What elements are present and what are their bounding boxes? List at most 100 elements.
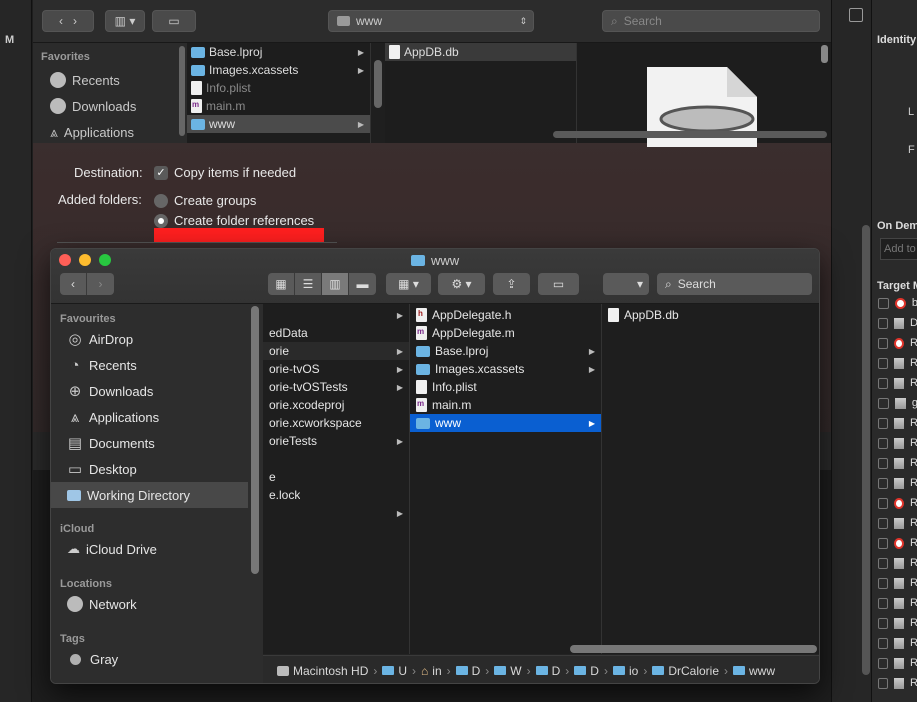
path-segment[interactable]: D [535,664,560,678]
sidebar-item-airdrop[interactable]: ◎ AirDrop [51,326,248,352]
file-row[interactable]: www ▶ [187,115,370,133]
file-row[interactable]: Images.xcassets ▶ [187,61,370,79]
forward-icon[interactable]: › [73,14,77,28]
file-row[interactable]: ▶ [263,306,409,324]
sidebar-scrollbar[interactable] [179,46,185,136]
column-scrollbar[interactable] [374,60,382,108]
inspector-toggle-icon[interactable] [849,8,863,22]
file-row[interactable]: edData [263,324,409,342]
view-options-button[interactable]: ▥ ▾ [105,10,145,32]
close-button[interactable] [59,254,71,266]
add-tag-field[interactable]: Add to [880,238,917,260]
target-row[interactable]: R [872,573,917,593]
tag-button[interactable]: ▭ [538,273,579,295]
sidebar-item-tag-gray[interactable]: Gray [51,646,118,672]
sidebar-item-downloads[interactable]: Downloads [50,94,136,118]
target-row[interactable]: R [872,533,917,553]
minimize-button[interactable] [79,254,91,266]
checkbox[interactable] [878,577,888,589]
file-row[interactable] [263,450,409,468]
target-row[interactable]: b [872,293,917,313]
action-button[interactable]: ⚙ ▾ [438,273,485,295]
file-row[interactable]: main.m [187,97,370,115]
checkbox[interactable] [878,397,889,409]
back-icon[interactable]: ‹ [59,14,63,28]
target-row[interactable]: R [872,413,917,433]
zoom-button[interactable] [99,254,111,266]
checkbox[interactable] [878,597,888,609]
sheet-search-field[interactable]: ⌕ Search [602,10,820,32]
column-view-icon[interactable]: ▥ [322,273,349,295]
checkbox[interactable] [878,337,888,349]
file-row[interactable]: orie ▶ [263,342,409,360]
file-row[interactable]: orie.xcworkspace [263,414,409,432]
file-row[interactable]: AppDB.db [602,306,819,324]
finder-horizontal-scrollbar[interactable] [570,645,817,653]
checkbox[interactable] [878,637,888,649]
file-row[interactable]: Base.lproj ▶ [187,43,370,61]
target-row[interactable]: R [872,353,917,373]
sidebar-item-icloud-drive[interactable]: ☁ iCloud Drive [51,536,157,562]
file-row[interactable]: orieTests ▶ [263,432,409,450]
target-row[interactable]: R [872,433,917,453]
sidebar-item-documents[interactable]: ▤ Documents [51,430,248,456]
path-segment[interactable]: DrCalorie [652,664,719,678]
checkbox[interactable] [878,477,888,489]
target-row[interactable]: R [872,453,917,473]
path-segment[interactable]: D [455,664,480,678]
checkbox[interactable] [878,617,888,629]
file-row[interactable]: e [263,468,409,486]
file-row[interactable]: AppDelegate.m [410,324,601,342]
checkbox[interactable] [878,297,889,309]
share-button[interactable]: ⇪ [493,273,530,295]
checkbox[interactable] [878,377,888,389]
file-row[interactable]: Base.lproj ▶ [410,342,601,360]
file-row[interactable]: ▶ [263,504,409,522]
checkbox[interactable] [878,537,888,549]
target-row[interactable]: R [872,333,917,353]
finder-search-field[interactable]: ⌕ Search [657,273,812,295]
sidebar-scrollbar[interactable] [251,306,259,574]
path-segment[interactable]: www [733,664,775,678]
create-groups-radio[interactable]: Create groups [154,193,256,208]
file-row[interactable]: Info.plist [410,378,601,396]
checkbox[interactable] [878,677,888,689]
checkbox[interactable] [878,317,888,329]
back-icon[interactable]: ‹ [60,273,87,295]
sidebar-item-applications[interactable]: ⩓ Applications [50,120,134,144]
target-row[interactable]: g [872,393,917,413]
sidebar-item-applications[interactable]: ⩓ Applications [51,404,248,430]
checkbox[interactable] [878,357,888,369]
checkbox[interactable] [878,657,888,669]
file-row[interactable]: e.lock [263,486,409,504]
gallery-view-icon[interactable]: ▬ [349,273,376,295]
sidebar-item-desktop[interactable]: ▭ Desktop [51,456,248,482]
arrange-popup[interactable]: ▾ [603,273,649,295]
target-row[interactable]: D [872,313,917,333]
list-view-icon[interactable]: ☰ [295,273,322,295]
path-segment[interactable]: U [382,664,407,678]
new-folder-button[interactable]: ▭ [152,10,196,32]
target-row[interactable]: R [872,513,917,533]
radio-icon[interactable] [154,193,168,208]
target-row[interactable]: R [872,673,917,693]
sidebar-item-recents[interactable]: ◔ Recents [51,352,248,378]
sidebar-item-recents[interactable]: Recents [50,68,120,92]
target-row[interactable]: R [872,373,917,393]
file-row[interactable]: www ▶ [410,414,601,432]
checkbox[interactable] [878,517,888,529]
target-row[interactable]: R [872,633,917,653]
checkbox[interactable] [878,557,888,569]
checkbox[interactable] [878,437,888,449]
file-row[interactable]: AppDelegate.h [410,306,601,324]
group-by-button[interactable]: ▦ ▾ [386,273,431,295]
path-segment[interactable]: W [494,664,522,678]
sidebar-item-network[interactable]: Network [51,591,137,617]
target-row[interactable]: R [872,473,917,493]
checkbox[interactable] [878,417,888,429]
file-row[interactable]: Images.xcassets ▶ [410,360,601,378]
checkbox[interactable] [878,497,888,509]
file-row[interactable]: orie.xcodeproj [263,396,409,414]
target-row[interactable]: R [872,493,917,513]
target-row[interactable]: R [872,653,917,673]
